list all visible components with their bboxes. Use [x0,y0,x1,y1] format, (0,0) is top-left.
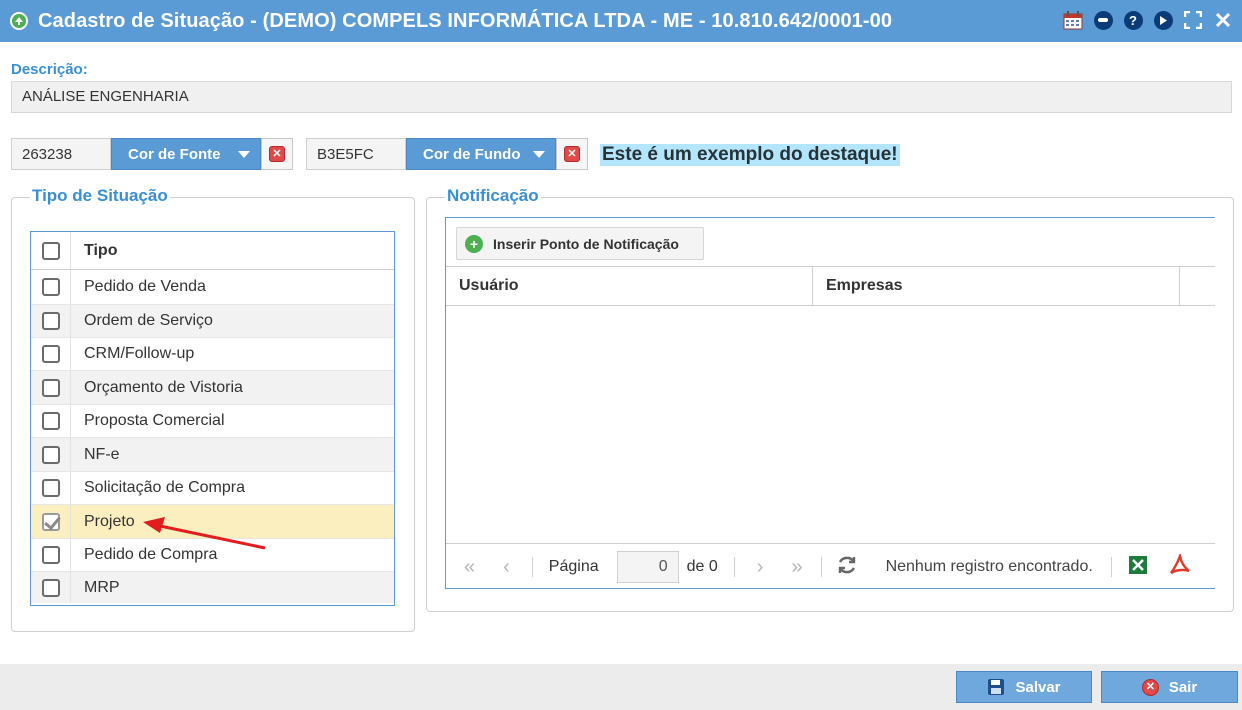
tipo-label: CRM/Follow-up [84,345,195,362]
fullscreen-icon[interactable] [1182,9,1204,31]
column-header-tipo: Tipo [84,241,118,259]
bg-color-button[interactable]: Cor de Fundo [406,138,556,170]
chevron-down-icon [238,151,250,158]
tipo-checkbox[interactable] [41,512,60,531]
tipo-checkbox[interactable] [41,278,60,296]
pager-divider [531,557,533,577]
plus-icon: + [465,234,483,253]
add-notification-point-label: Inserir Ponto de Notificação [493,235,679,252]
tipo-checkbox[interactable] [41,378,60,397]
next-page-icon[interactable]: › [757,556,764,579]
tipo-row[interactable]: CRM/Follow-up [31,337,394,370]
font-color-button-label: Cor de Fonte [128,145,221,163]
tipo-row[interactable]: Pedido de Venda [31,270,394,304]
window-titlebar: Cadastro de Situação - (DEMO) COMPELS IN… [0,0,1242,42]
notificacao-grid: + Inserir Ponto de Notificação Usuário E… [445,217,1215,589]
page-number-input[interactable]: 0 [616,551,679,583]
clear-icon: ✕ [564,146,580,162]
tipo-checkbox[interactable] [41,479,60,497]
exit-icon: ✕ [1141,678,1159,696]
tipo-row[interactable]: Orçamento de Vistoria [31,370,394,404]
page-total-label: de 0 [686,558,718,575]
tipo-row[interactable]: NF-e [31,437,394,471]
font-color-input[interactable]: 263238 [11,138,111,170]
tipo-label: NF-e [84,445,120,463]
descricao-field[interactable]: ANÁLISE ENGENHARIA [11,81,1232,113]
descricao-label: Descrição: [11,61,88,78]
help-icon[interactable]: ? [1122,9,1144,31]
pdf-export-icon[interactable] [1169,550,1190,581]
tipo-row[interactable]: Pedido de Compra [31,538,394,571]
column-header-empresas[interactable]: Empresas [813,267,1180,305]
select-all-checkbox[interactable] [41,241,60,260]
tipo-label: Orçamento de Vistoria [84,378,243,396]
minimize-icon[interactable] [1092,9,1114,31]
tipo-row[interactable]: Ordem de Serviço [31,304,394,337]
bg-color-input[interactable]: B3E5FC [306,138,406,170]
tipo-row[interactable]: Projeto [31,504,394,538]
pager-status: Nenhum registro encontrado. [885,558,1093,575]
tipo-label: Proposta Comercial [84,412,225,429]
calendar-icon[interactable] [1062,9,1084,31]
notificacao-legend: Notificação [445,186,541,206]
font-color-button[interactable]: Cor de Fonte [111,138,261,170]
app-icon [10,12,28,30]
page-label: Página [548,558,599,575]
bg-color-button-label: Cor de Fundo [423,145,521,163]
highlight-sample-text: Este é um exemplo do destaque! [600,144,900,166]
tipo-situacao-legend: Tipo de Situação [30,186,170,206]
pager-divider [1110,557,1112,577]
tipo-label: Pedido de Compra [84,546,218,563]
exit-button-label: Sair [1168,678,1198,696]
tipo-checkbox[interactable] [41,578,60,597]
exit-button[interactable]: ✕ Sair [1101,671,1238,703]
tipo-row[interactable]: Solicitação de Compra [31,471,394,504]
tipo-row[interactable]: MRP [31,571,394,603]
clear-icon: ✕ [269,146,285,162]
tipo-situacao-grid: Tipo Pedido de Venda Ordem de Serviço CRM/… [30,231,395,606]
tipo-row[interactable]: Proposta Comercial [31,404,394,437]
notificacao-grid-header: Usuário Empresas [446,266,1215,306]
tipo-checkbox[interactable] [41,345,60,363]
prev-page-icon[interactable]: ‹ [503,556,510,579]
pager: « ‹ Página 0 de 0 › » Nenhum registro en… [446,543,1215,588]
chevron-down-icon [533,151,545,158]
tipo-label: Solicitação de Compra [84,479,245,496]
tipo-checkbox[interactable] [41,312,60,330]
clear-font-color-button[interactable]: ✕ [261,138,293,170]
save-button[interactable]: Salvar [956,671,1092,703]
save-button-label: Salvar [1015,678,1061,696]
tipo-checkbox[interactable] [41,445,60,464]
clear-bg-color-button[interactable]: ✕ [556,138,588,170]
first-page-icon[interactable]: « [464,556,475,579]
refresh-icon[interactable] [836,554,858,581]
window-title: Cadastro de Situação - (DEMO) COMPELS IN… [38,9,893,32]
grid-header-row: Tipo [31,232,394,270]
pager-divider [820,557,822,577]
tipo-checkbox[interactable] [41,546,60,564]
tipo-checkbox[interactable] [41,412,60,430]
save-icon [988,679,1005,695]
close-icon[interactable] [1212,9,1234,31]
add-notification-point-button[interactable]: + Inserir Ponto de Notificação [456,227,704,260]
excel-export-icon[interactable] [1128,555,1148,580]
column-header-usuario[interactable]: Usuário [446,267,813,305]
tipo-label: MRP [84,578,120,596]
tipo-label: Ordem de Serviço [84,312,213,329]
tipo-label: Pedido de Venda [84,278,206,295]
play-icon[interactable] [1152,9,1174,31]
last-page-icon[interactable]: » [791,556,802,579]
tipo-label: Projeto [84,512,135,530]
pager-divider [733,557,735,577]
